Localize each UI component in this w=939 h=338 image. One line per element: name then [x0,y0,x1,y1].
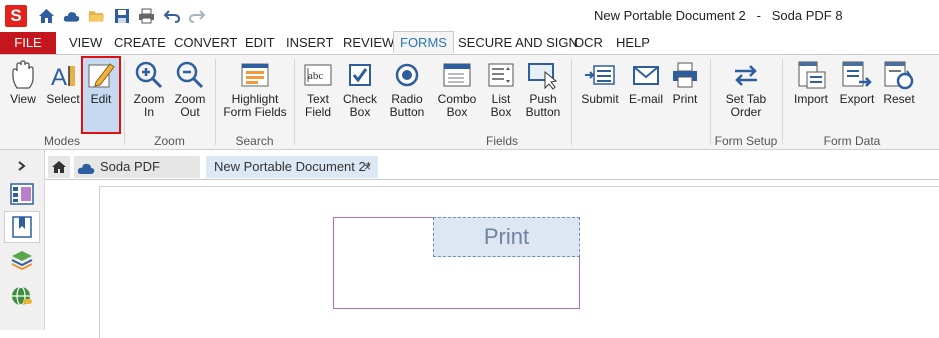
export-icon [841,59,873,91]
layers-icon[interactable] [9,247,35,273]
group-separator [782,59,783,145]
email-button[interactable]: E-mail [627,55,665,106]
tab-review[interactable]: REVIEW [343,32,394,54]
cloud-icon[interactable] [63,7,80,24]
window-title: New Portable Document 2 - Soda PDF 8 [594,8,843,23]
group-separator [710,59,711,145]
document-tab-strip: Soda PDF Online New Portable Document 2*… [44,156,939,196]
tab-create[interactable]: CREATE [114,32,166,54]
soda-logo-icon[interactable]: S [5,5,27,27]
save-icon[interactable] [113,7,130,24]
text-field-button[interactable]: abc Text Field [299,55,337,119]
import-icon [795,59,827,91]
tab-convert[interactable]: CONVERT [174,32,237,54]
radio-button-button[interactable]: Radio Button [386,55,428,119]
push-button-button[interactable]: Push Button [522,55,564,119]
group-label-search: Search [235,134,274,148]
reset-icon [883,59,915,91]
pencil-edit-icon [85,59,117,91]
list-box-button[interactable]: List Box [484,55,518,119]
combo-box-button[interactable]: Combo Box [436,55,478,119]
zoom-in-icon [133,59,165,91]
home-tab-icon[interactable] [48,156,70,178]
group-separator [294,59,295,145]
edit-mode-button[interactable]: Edit [81,55,121,106]
zoom-out-button[interactable]: Zoom Out [171,55,209,119]
tab-soda-pdf-online[interactable]: Soda PDF Online [74,156,200,196]
group-label-form-setup: Form Setup [714,134,778,148]
tab-order-arrows-icon [730,59,762,91]
export-button[interactable]: Export [836,55,878,106]
select-text-icon: A [47,59,79,91]
checkbox-icon [344,59,376,91]
group-label-fields: Fields [485,134,518,148]
print-icon[interactable] [138,7,155,24]
tab-help[interactable]: HELP [616,32,650,54]
reset-button[interactable]: Reset [882,55,916,106]
print-form-button[interactable]: Print [669,55,701,106]
envelope-icon [630,59,662,91]
group-separator [124,59,125,145]
hand-icon [7,59,39,91]
quick-access-toolbar [38,7,205,25]
title-bar: S New Portable Document 2 - Soda PDF 8 [0,0,939,32]
select-mode-button[interactable]: A Select [44,55,82,106]
list-box-icon [485,59,517,91]
close-tab-icon[interactable]: × [364,156,371,178]
check-box-button[interactable]: Check Box [340,55,380,119]
text-field-icon: abc [302,59,334,91]
highlight-fields-icon [239,59,271,91]
zoom-in-button[interactable]: Zoom In [130,55,168,119]
submit-button[interactable]: Submit [579,55,621,106]
expand-panel-chevron-icon[interactable] [9,153,35,179]
tab-new-portable-document[interactable]: New Portable Document 2* × [206,156,378,178]
group-separator [571,59,572,145]
push-button-icon [527,59,559,91]
undo-icon[interactable] [163,7,180,24]
home-icon[interactable] [38,7,55,24]
highlight-form-fields-button[interactable]: Highlight Form Fields [222,55,288,119]
print-form-push-button[interactable]: Print [433,217,580,257]
file-menu[interactable]: FILE [0,32,56,54]
svg-text:A: A [51,64,67,90]
group-label-modes: Modes [43,134,81,148]
set-tab-order-button[interactable]: Set Tab Order [718,55,774,119]
tab-secure-and-sign[interactable]: SECURE AND SIGN [458,32,578,54]
svg-text:abc: abc [308,70,323,82]
bookmarks-icon[interactable] [9,214,35,240]
tab-forms[interactable]: FORMS [393,31,454,53]
view-mode-button[interactable]: View [5,55,41,106]
tab-insert[interactable]: INSERT [286,32,333,54]
redo-icon[interactable] [188,7,205,24]
printer-icon [669,59,701,91]
import-button[interactable]: Import [790,55,832,106]
zoom-out-icon [174,59,206,91]
tab-label: New Portable Document 2* [214,159,371,174]
tab-view[interactable]: VIEW [69,32,102,54]
menu-bar: FILE VIEW CREATE CONVERT EDIT INSERT REV… [0,31,939,55]
tab-ocr[interactable]: OCR [574,32,603,54]
thumbnails-icon[interactable] [9,181,35,207]
ribbon: View A Select Edit Modes Zoom In Zoom Ou… [0,55,939,150]
radio-icon [391,59,423,91]
left-panel [0,150,45,330]
group-separator [215,59,216,145]
open-folder-icon[interactable] [88,7,105,24]
links-globe-icon[interactable] [9,284,35,310]
group-label-zoom: Zoom [154,134,185,148]
group-label-form-data: Form Data [823,134,881,148]
combo-box-icon [441,59,473,91]
submit-icon [584,59,616,91]
tab-edit[interactable]: EDIT [245,32,275,54]
